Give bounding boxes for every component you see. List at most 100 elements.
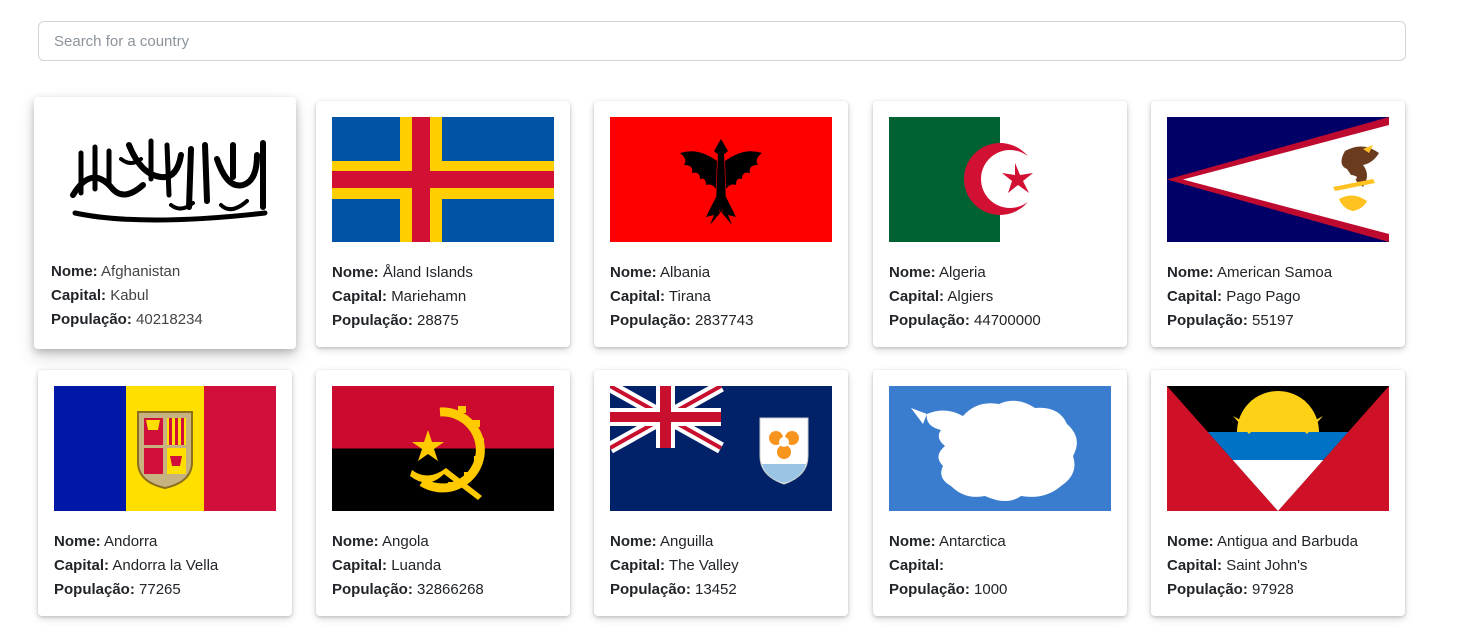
population-label: População: — [889, 312, 970, 329]
country-card-angola[interactable]: Nome: Angola Capital: Luanda População: … — [316, 370, 570, 616]
capital-value: Mariehamn — [391, 288, 467, 305]
country-population: População: 2837743 — [610, 309, 753, 333]
population-value: 32866268 — [417, 581, 484, 598]
country-population: População: 40218234 — [51, 308, 203, 332]
population-value: 40218234 — [136, 311, 203, 328]
country-population: População: 13452 — [610, 578, 739, 602]
country-population: População: 97928 — [1167, 578, 1358, 602]
capital-value: Luanda — [391, 557, 442, 574]
population-value: 2837743 — [695, 312, 754, 329]
population-label: População: — [332, 312, 413, 329]
country-population: População: 77265 — [54, 578, 218, 602]
country-capital: Capital: Kabul — [51, 284, 203, 308]
name-value: Anguilla — [660, 533, 714, 550]
name-value: Antigua and Barbuda — [1217, 533, 1358, 550]
country-card-anguilla[interactable]: Nome: Anguilla Capital: The Valley Popul… — [594, 370, 848, 616]
name-label: Nome: — [610, 533, 657, 550]
aland-islands-flag-icon — [332, 117, 554, 242]
capital-label: Capital: — [332, 557, 388, 574]
name-label: Nome: — [889, 533, 936, 550]
population-label: População: — [1167, 581, 1248, 598]
name-label: Nome: — [332, 264, 379, 281]
andorra-flag-icon — [54, 386, 276, 511]
country-card-albania[interactable]: Nome: Albania Capital: Tirana População:… — [594, 101, 848, 347]
capital-value: Saint John's — [1226, 557, 1308, 574]
country-name: Nome: Andorra — [54, 530, 218, 554]
country-capital: Capital: The Valley — [610, 554, 739, 578]
country-card-american-samoa[interactable]: Nome: American Samoa Capital: Pago Pago … — [1151, 101, 1405, 347]
name-label: Nome: — [51, 263, 98, 280]
population-label: População: — [610, 581, 691, 598]
population-label: População: — [1167, 312, 1248, 329]
country-population: População: 32866268 — [332, 578, 484, 602]
country-card-antigua-and-barbuda[interactable]: Nome: Antigua and Barbuda Capital: Saint… — [1151, 370, 1405, 616]
capital-value: Pago Pago — [1226, 288, 1301, 305]
capital-label: Capital: — [610, 557, 666, 574]
capital-value: Andorra la Vella — [112, 557, 219, 574]
country-capital: Capital: Luanda — [332, 554, 484, 578]
country-name: Nome: Antarctica — [889, 530, 1007, 554]
capital-label: Capital: — [332, 288, 388, 305]
name-label: Nome: — [889, 264, 936, 281]
country-card-andorra[interactable]: Nome: Andorra Capital: Andorra la Vella … — [38, 370, 292, 616]
name-value: Albania — [660, 264, 711, 281]
country-name: Nome: Åland Islands — [332, 261, 473, 285]
country-population: População: 28875 — [332, 309, 473, 333]
population-label: População: — [51, 311, 132, 328]
antigua-and-barbuda-flag-icon — [1167, 386, 1389, 511]
country-card-antarctica[interactable]: Nome: Antarctica Capital: População: 100… — [873, 370, 1127, 616]
name-label: Nome: — [332, 533, 379, 550]
country-capital: Capital: Algiers — [889, 285, 1041, 309]
country-card-aland-islands[interactable]: Nome: Åland Islands Capital: Mariehamn P… — [316, 101, 570, 347]
country-capital: Capital: — [889, 554, 1007, 578]
population-value: 28875 — [417, 312, 459, 329]
name-value: Andorra — [104, 533, 158, 550]
name-value: Afghanistan — [101, 263, 181, 280]
angola-flag-icon — [332, 386, 554, 511]
population-label: População: — [332, 581, 413, 598]
population-value: 97928 — [1252, 581, 1294, 598]
capital-value: The Valley — [668, 557, 739, 574]
country-name: Nome: Algeria — [889, 261, 1041, 285]
name-label: Nome: — [54, 533, 101, 550]
name-value: American Samoa — [1217, 264, 1333, 281]
country-population: População: 55197 — [1167, 309, 1332, 333]
capital-value: Kabul — [110, 287, 149, 304]
population-value: 1000 — [974, 581, 1008, 598]
capital-label: Capital: — [889, 288, 945, 305]
afghanistan-flag-icon — [51, 115, 279, 243]
population-value: 44700000 — [974, 312, 1041, 329]
capital-label: Capital: — [51, 287, 107, 304]
capital-label: Capital: — [1167, 557, 1223, 574]
capital-value: Algiers — [947, 288, 994, 305]
name-value: Antarctica — [939, 533, 1006, 550]
capital-value: Tirana — [668, 288, 711, 305]
country-name: Nome: Albania — [610, 261, 753, 285]
population-value: 55197 — [1252, 312, 1294, 329]
population-label: População: — [54, 581, 135, 598]
search-input[interactable] — [38, 21, 1406, 61]
capital-label: Capital: — [1167, 288, 1223, 305]
capital-label: Capital: — [54, 557, 110, 574]
capital-label: Capital: — [610, 288, 666, 305]
name-label: Nome: — [610, 264, 657, 281]
country-capital: Capital: Pago Pago — [1167, 285, 1332, 309]
american-samoa-flag-icon — [1167, 117, 1389, 242]
name-label: Nome: — [1167, 533, 1214, 550]
country-capital: Capital: Saint John's — [1167, 554, 1358, 578]
antarctica-flag-icon — [889, 386, 1111, 511]
name-value: Angola — [382, 533, 429, 550]
country-name: Nome: Anguilla — [610, 530, 739, 554]
anguilla-flag-icon — [610, 386, 832, 511]
country-card-algeria[interactable]: Nome: Algeria Capital: Algiers População… — [873, 101, 1127, 347]
population-label: População: — [889, 581, 970, 598]
country-name: Nome: Antigua and Barbuda — [1167, 530, 1358, 554]
population-value: 77265 — [139, 581, 181, 598]
population-label: População: — [610, 312, 691, 329]
albania-flag-icon — [610, 117, 832, 242]
name-value: Åland Islands — [382, 264, 473, 281]
country-capital: Capital: Mariehamn — [332, 285, 473, 309]
name-value: Algeria — [939, 264, 986, 281]
country-card-afghanistan[interactable]: Nome: Afghanistan Capital: Kabul Populaç… — [34, 97, 296, 349]
country-name: Nome: American Samoa — [1167, 261, 1332, 285]
